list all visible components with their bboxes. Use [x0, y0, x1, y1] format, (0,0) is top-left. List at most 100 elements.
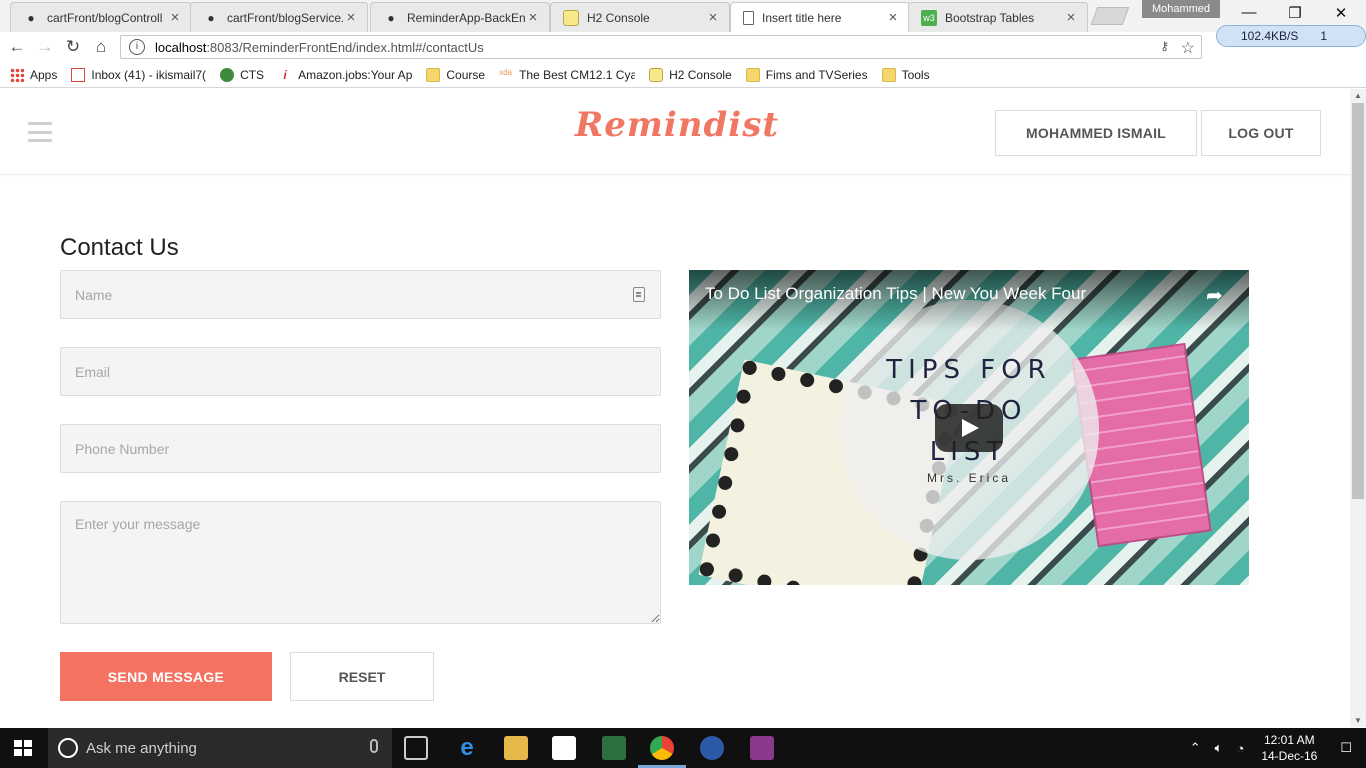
contact-card-icon: [633, 287, 645, 302]
page-title: Contact Us: [60, 234, 179, 261]
bookmark-inbox[interactable]: Inbox (41) - ikismail7(: [71, 67, 207, 82]
notification-icon[interactable]: ☐: [1340, 740, 1352, 756]
chevron-up-icon[interactable]: ⌃: [1190, 740, 1201, 756]
tab-title: cartFront/blogService.: [227, 10, 343, 25]
github-icon: ●: [27, 10, 35, 25]
reset-button[interactable]: RESET: [290, 652, 434, 701]
browser-toolbar: ← → ↻ ⌂ i localhost:8083/ReminderFrontEn…: [0, 32, 1366, 62]
bookmark-tools[interactable]: Tools: [881, 67, 930, 82]
home-icon[interactable]: ⌂: [90, 37, 112, 57]
bookmark-label: Inbox (41) - ikismail7(: [91, 67, 207, 82]
folder-icon: [881, 67, 896, 82]
back-arrow-icon[interactable]: ←: [6, 37, 28, 57]
gmail-icon: [71, 67, 86, 82]
scrollbar-thumb[interactable]: [1352, 103, 1364, 499]
page-viewport: Remindist MOHAMMED ISMAIL LOG OUT Contac…: [0, 89, 1350, 727]
forward-arrow-icon[interactable]: →: [34, 37, 56, 57]
task-view-icon[interactable]: [404, 736, 428, 760]
volume-icon[interactable]: 🔈︎: [1215, 740, 1223, 756]
name-input[interactable]: [60, 270, 661, 319]
email-input[interactable]: [60, 347, 661, 396]
close-window-icon[interactable]: ✕: [1318, 4, 1364, 24]
send-message-button[interactable]: SEND MESSAGE: [60, 652, 272, 701]
bookmark-h2-console[interactable]: H2 Console: [649, 67, 732, 82]
wifi-icon[interactable]: ◔: [1236, 741, 1244, 756]
play-button-icon[interactable]: [935, 404, 1003, 452]
clock-time: 12:01 AM: [1263, 733, 1315, 747]
clock-date: 14-Dec-16: [1261, 749, 1318, 763]
site-logo[interactable]: Remindist: [575, 105, 778, 145]
video-embed[interactable]: TIPS FOR TO-DO LIST Mrs. Erica To Do Lis…: [689, 270, 1249, 585]
browser-tab[interactable]: ● cartFront/blogService. ×: [190, 2, 368, 32]
hamburger-menu-icon[interactable]: [28, 122, 52, 142]
new-tab-button[interactable]: [1090, 7, 1130, 25]
bookmark-xda[interactable]: xda The Best CM12.1 Cyar: [499, 68, 635, 82]
bookmark-label: CTS: [240, 67, 265, 82]
minimize-icon[interactable]: —: [1226, 4, 1272, 24]
folder-icon: [745, 67, 760, 82]
windows-start-icon[interactable]: [14, 740, 32, 756]
bookmark-amazon-jobs[interactable]: i Amazon.jobs:Your Ap: [278, 68, 412, 82]
browser-tab-active[interactable]: Insert title here ×: [730, 2, 910, 32]
cortana-icon: [58, 738, 78, 758]
message-textarea[interactable]: [60, 501, 661, 624]
phone-input[interactable]: [60, 424, 661, 473]
bookmark-cts[interactable]: CTS: [220, 67, 265, 82]
page-scrollbar[interactable]: ▲ ▼: [1350, 89, 1366, 727]
tab-title: Bootstrap Tables: [945, 10, 1035, 25]
cortana-search-box[interactable]: Ask me anything: [48, 728, 392, 768]
browser-tab[interactable]: ● cartFront/blogControll ×: [10, 2, 192, 32]
bookmark-films[interactable]: Fims and TVSeries: [745, 67, 868, 82]
close-tab-icon[interactable]: ×: [167, 9, 183, 26]
reload-icon[interactable]: ↻: [62, 37, 84, 57]
edge-icon[interactable]: e: [455, 736, 479, 760]
bookmarks-bar: Apps Inbox (41) - ikismail7( CTS i Amazon…: [0, 62, 1366, 88]
search-placeholder: Ask me anything: [86, 739, 197, 757]
bookmark-course[interactable]: Course: [426, 67, 485, 82]
browser-tab-strip: ● cartFront/blogControll × ● cartFront/b…: [0, 0, 1366, 32]
user-profile-button[interactable]: MOHAMMED ISMAIL: [995, 110, 1197, 156]
system-tray: ⌃ 🔈︎ ◔ 12:01 AM 14-Dec-16 ☐: [1183, 728, 1366, 768]
restore-icon[interactable]: ❐: [1272, 4, 1318, 24]
xda-icon: xda: [499, 67, 512, 77]
logout-button[interactable]: LOG OUT: [1201, 110, 1321, 156]
windows-taskbar: Ask me anything e ⌃ 🔈︎ ◔ 12:01 AM 14-Dec…: [0, 728, 1366, 768]
browser-tab[interactable]: H2 Console ×: [550, 2, 730, 32]
video-overlay-line: TIPS FOR: [886, 355, 1052, 385]
close-tab-icon[interactable]: ×: [1063, 9, 1079, 26]
net-count: 1: [1320, 29, 1328, 43]
key-icon[interactable]: ⚷: [1160, 39, 1169, 53]
info-icon: i: [283, 67, 287, 82]
calendar-app-icon[interactable]: [602, 736, 626, 760]
video-title[interactable]: To Do List Organization Tips | New You W…: [705, 284, 1086, 304]
eclipse-icon[interactable]: [700, 736, 724, 760]
bookmark-label: Tools: [901, 67, 930, 82]
profile-name[interactable]: Mohammed: [1142, 0, 1220, 18]
clock[interactable]: 12:01 AM 14-Dec-16: [1261, 732, 1317, 764]
close-tab-icon[interactable]: ×: [705, 9, 721, 26]
bookmark-label: Amazon.jobs:Your Ap: [298, 67, 413, 82]
tab-title: Insert title here: [762, 10, 842, 25]
close-tab-icon[interactable]: ×: [525, 9, 541, 26]
close-tab-icon[interactable]: ×: [885, 9, 901, 26]
scroll-down-icon[interactable]: ▼: [1350, 716, 1366, 725]
video-overlay-author: Mrs. Erica: [927, 471, 1011, 485]
net-speed: 102.4KB/S: [1241, 29, 1299, 43]
store-icon[interactable]: [552, 736, 576, 760]
address-bar[interactable]: i localhost:8083/ReminderFrontEnd/index.…: [120, 35, 1202, 59]
browser-tab[interactable]: w3 Bootstrap Tables ×: [908, 2, 1088, 32]
media-app-icon[interactable]: [750, 736, 774, 760]
tab-title: cartFront/blogControll: [47, 10, 163, 25]
file-explorer-icon[interactable]: [504, 736, 528, 760]
share-icon[interactable]: ➦: [1206, 283, 1223, 308]
bookmark-apps[interactable]: Apps: [10, 67, 57, 82]
bookmark-star-icon[interactable]: ☆: [1181, 38, 1195, 58]
browser-tab[interactable]: ● ReminderApp-BackEn ×: [370, 2, 550, 32]
tab-title: H2 Console: [587, 10, 650, 25]
apps-grid-icon: [10, 67, 24, 82]
info-icon[interactable]: i: [129, 39, 145, 55]
chrome-icon[interactable]: [650, 736, 674, 760]
microphone-icon[interactable]: [370, 739, 378, 753]
scroll-up-icon[interactable]: ▲: [1350, 91, 1366, 100]
close-tab-icon[interactable]: ×: [343, 9, 359, 26]
